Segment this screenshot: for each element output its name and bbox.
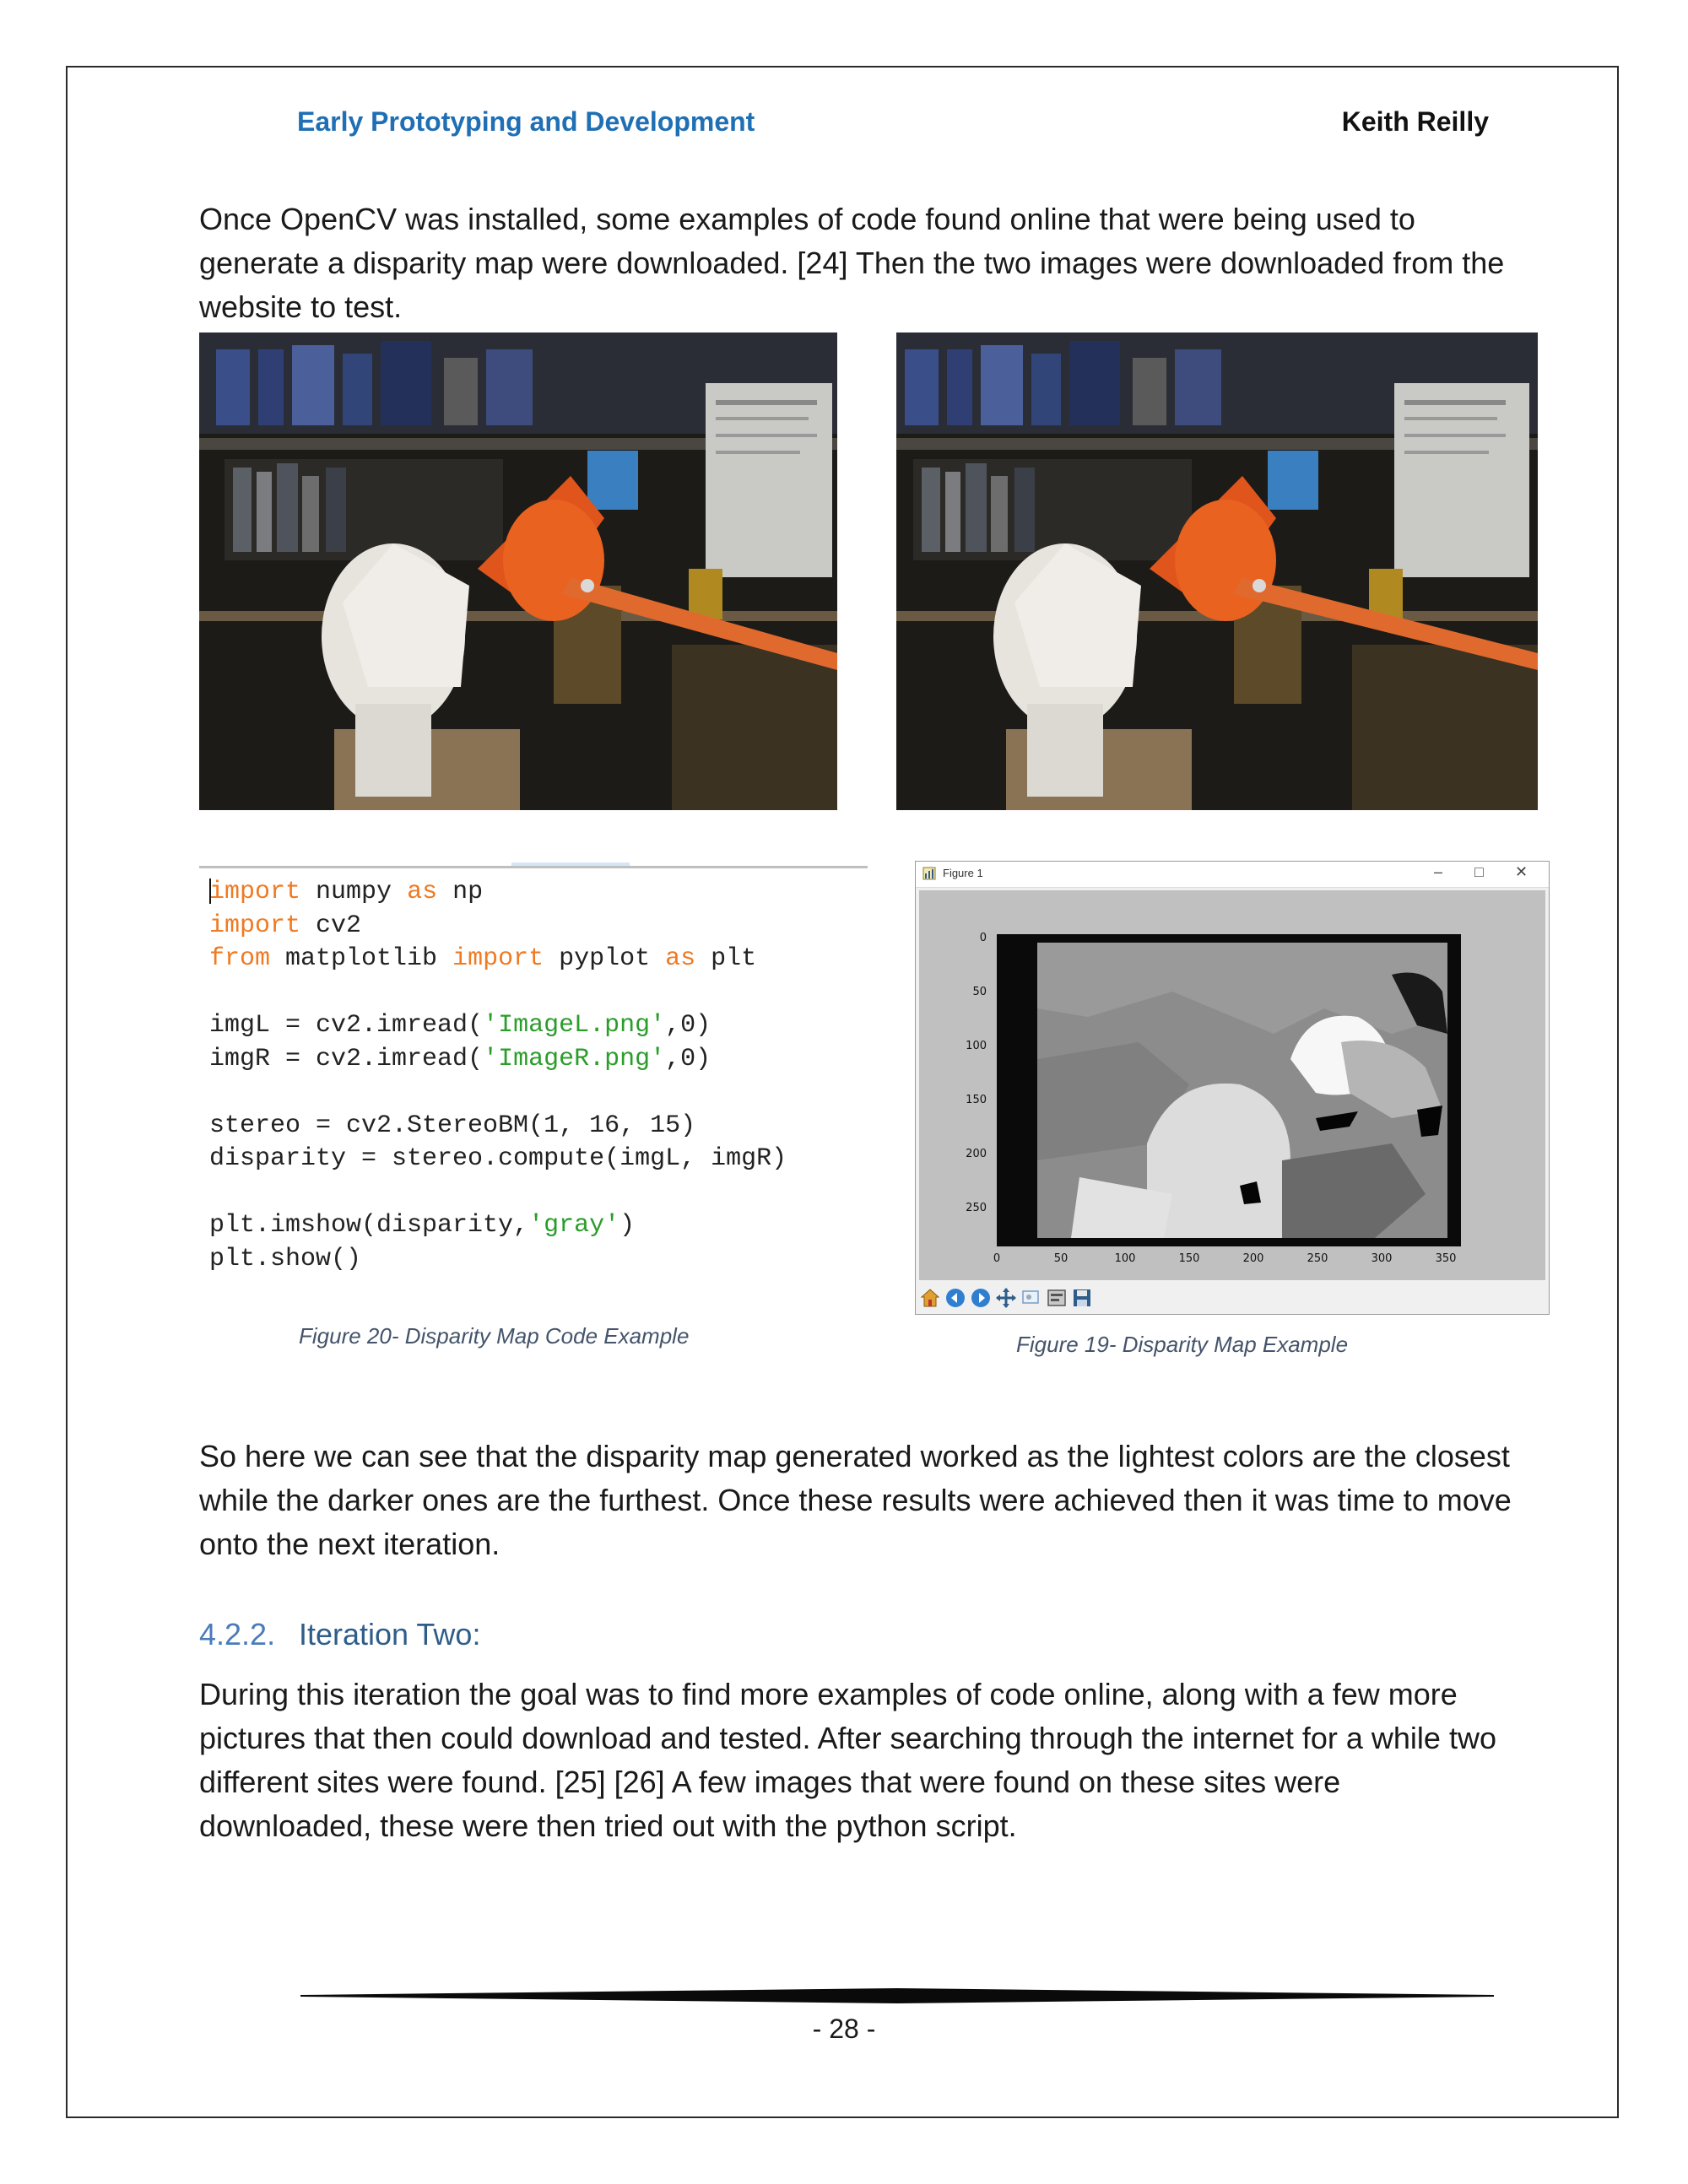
code-line: plt.imshow(disparity,'gray') <box>209 1211 636 1240</box>
result-paragraph: So here we can see that the disparity ma… <box>199 1439 1512 1561</box>
running-header-title: Early Prototyping and Development <box>297 106 755 137</box>
figure-window: Figure 1 – □ ✕ 0 50 100 150 200 250 0 50… <box>915 861 1550 1315</box>
x-tick: 150 <box>1179 1252 1200 1265</box>
maximize-button[interactable]: □ <box>1474 863 1484 881</box>
x-tick: 100 <box>1115 1252 1136 1265</box>
y-tick: 200 <box>966 1148 987 1160</box>
editor-top-border <box>199 866 868 868</box>
save-icon[interactable] <box>1071 1287 1093 1309</box>
x-tick: 250 <box>1307 1252 1328 1265</box>
zoom-icon[interactable] <box>1020 1287 1042 1309</box>
footer-divider <box>300 1988 1494 2003</box>
x-tick: 50 <box>1054 1252 1069 1265</box>
code-snippet: import numpy as np import cv2 from matplot… <box>199 859 868 1281</box>
y-tick: 150 <box>966 1094 987 1106</box>
section-title: Iteration Two: <box>299 1617 481 1652</box>
forward-icon[interactable] <box>970 1287 992 1309</box>
section-heading: 4.2.2. Iteration Two: <box>199 1617 480 1652</box>
code-line: plt.show() <box>209 1244 362 1273</box>
code-line: from matplotlib import pyplot as plt <box>209 944 757 973</box>
pan-icon[interactable] <box>995 1287 1017 1309</box>
minimize-button[interactable]: – <box>1434 863 1442 881</box>
iteration-two-paragraph: During this iteration the goal was to fi… <box>199 1677 1496 1843</box>
disparity-map-plot: 0 50 100 150 200 250 0 50 100 150 200 25… <box>919 890 1545 1280</box>
code-line: stereo = cv2.StereoBM(1, 16, 15) <box>209 1111 696 1140</box>
x-tick: 200 <box>1243 1252 1264 1265</box>
section-number: 4.2.2. <box>199 1617 276 1652</box>
page-number: - 28 - <box>812 2014 876 2044</box>
x-tick: 350 <box>1436 1252 1457 1265</box>
matplotlib-icon <box>922 867 936 880</box>
editor-tab-highlight <box>511 862 630 866</box>
back-icon[interactable] <box>944 1287 966 1309</box>
figure-toolbar <box>916 1282 1549 1314</box>
code-line: imgL = cv2.imread('ImageL.png',0) <box>209 1011 711 1040</box>
plot-canvas[interactable]: 0 50 100 150 200 250 0 50 100 150 200 25… <box>919 890 1545 1280</box>
y-tick: 100 <box>966 1040 987 1052</box>
window-title: Figure 1 <box>943 867 983 879</box>
y-tick: 0 <box>980 932 987 944</box>
y-tick: 50 <box>972 986 987 998</box>
code-line: imgR = cv2.imread('ImageR.png',0) <box>209 1044 711 1073</box>
x-tick: 0 <box>993 1252 1000 1265</box>
running-header-author: Keith Reilly <box>1341 106 1489 137</box>
code-line: disparity = stereo.compute(imgL, imgR) <box>209 1144 787 1173</box>
code-line: import numpy as np <box>209 878 484 906</box>
intro-paragraph: Once OpenCV was installed, some examples… <box>199 202 1505 324</box>
window-titlebar: Figure 1 – □ ✕ <box>916 862 1549 888</box>
stereo-image-left <box>199 332 837 810</box>
stereo-image-right <box>896 332 1538 810</box>
code-lines: import numpy as np import cv2 from matplot… <box>209 876 787 1276</box>
configure-icon[interactable] <box>1046 1287 1068 1309</box>
close-button[interactable]: ✕ <box>1515 863 1528 881</box>
figure-caption-map: Figure 19- Disparity Map Example <box>1016 1332 1349 1357</box>
figure-caption-code: Figure 20- Disparity Map Code Example <box>299 1323 690 1349</box>
home-icon[interactable] <box>919 1287 941 1309</box>
y-tick: 250 <box>966 1202 987 1214</box>
code-line: import cv2 <box>209 911 362 940</box>
x-tick: 300 <box>1372 1252 1393 1265</box>
